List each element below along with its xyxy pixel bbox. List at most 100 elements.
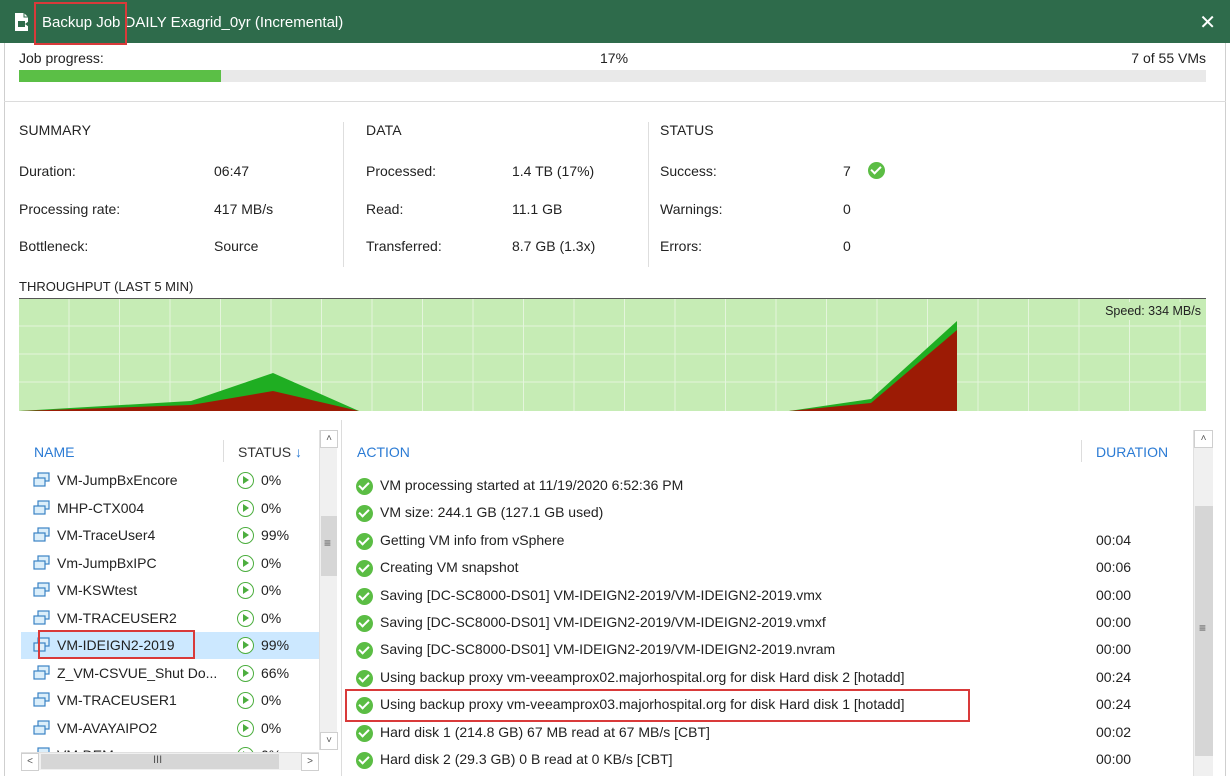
vm-list-item[interactable]: VM-JumpBxEncore 0% bbox=[21, 467, 319, 494]
vm-progress: 0% bbox=[261, 582, 282, 598]
action-text: Getting VM info from vSphere bbox=[380, 531, 565, 548]
vm-list-item[interactable]: VM-KSWtest 0% bbox=[21, 577, 319, 604]
success-label: Success: bbox=[660, 163, 717, 179]
bottleneck-label: Bottleneck: bbox=[19, 238, 89, 254]
vm-icon bbox=[33, 664, 50, 680]
check-circle-icon bbox=[356, 478, 373, 495]
vm-list-item[interactable]: VM-TraceUser4 99% bbox=[21, 522, 319, 549]
speed-label: Speed: 334 MB/s bbox=[1105, 304, 1201, 318]
action-log-row[interactable]: Saving [DC-SC8000-DS01] VM-IDEIGN2-2019/… bbox=[350, 583, 1185, 610]
play-circle-icon bbox=[237, 554, 254, 572]
check-circle-icon bbox=[356, 669, 373, 687]
action-log-row[interactable]: Using backup proxy vm-veeamprox03.majorh… bbox=[350, 692, 1185, 719]
action-log-row[interactable]: Hard disk 1 (214.8 GB) 67 MB read at 67 … bbox=[350, 720, 1185, 747]
vm-name: MHP-CTX004 bbox=[57, 499, 145, 516]
check-circle-icon bbox=[356, 752, 373, 769]
check-circle-icon bbox=[356, 587, 373, 605]
vm-icon bbox=[33, 692, 50, 707]
scroll-up-button[interactable]: ˄ bbox=[1194, 430, 1213, 448]
processing-rate-label: Processing rate: bbox=[19, 201, 121, 217]
job-progress-percent: 17% bbox=[600, 50, 629, 66]
vm-icon bbox=[33, 499, 50, 515]
vm-icon bbox=[33, 527, 50, 542]
scroll-down-button[interactable]: ˅ bbox=[320, 732, 338, 750]
document-icon bbox=[15, 13, 29, 31]
processed-value: 1.4 TB (17%) bbox=[512, 163, 595, 179]
action-log-vertical-scrollbar[interactable]: ˄ ≡ bbox=[1193, 430, 1213, 776]
vm-name: VM-TRACEUSER2 bbox=[57, 609, 177, 626]
column-header-action[interactable]: ACTION bbox=[357, 444, 410, 460]
vm-progress: 0% bbox=[261, 554, 282, 571]
vm-progress: 0% bbox=[261, 499, 282, 516]
vm-list-horizontal-scrollbar[interactable]: < III > bbox=[21, 752, 319, 771]
action-log-row[interactable]: Using backup proxy vm-veeamprox02.majorh… bbox=[350, 665, 1185, 692]
check-circle-icon bbox=[868, 162, 885, 179]
vm-name: VM-JumpBxEncore bbox=[57, 472, 178, 488]
column-header-status[interactable]: STATUS ↓ bbox=[238, 444, 302, 460]
grip-icon: III bbox=[153, 754, 163, 766]
vm-icon bbox=[33, 637, 50, 652]
vm-list-item[interactable]: VM-IDEIGN2-2019 99% bbox=[21, 632, 319, 659]
grip-icon: ≡ bbox=[324, 536, 332, 550]
column-header-status-label: STATUS bbox=[238, 444, 292, 460]
vm-name: VM-TRACEUSER1 bbox=[57, 692, 177, 708]
play-circle-icon bbox=[237, 472, 254, 489]
grip-icon: ≡ bbox=[1199, 621, 1207, 635]
scroll-thumb[interactable]: III bbox=[41, 754, 279, 769]
check-circle-icon bbox=[356, 724, 373, 742]
vm-progress: 99% bbox=[261, 527, 290, 543]
vm-list-item[interactable]: Vm-JumpBxIPC 0% bbox=[21, 550, 319, 577]
vm-name: VM-AVAYAIPO2 bbox=[57, 719, 158, 736]
action-duration: 00:00 bbox=[1096, 641, 1132, 658]
divider bbox=[343, 122, 344, 267]
processed-label: Processed: bbox=[366, 163, 437, 179]
action-duration: 00:04 bbox=[1096, 531, 1132, 548]
vm-progress: 0% bbox=[261, 609, 282, 626]
divider bbox=[4, 101, 1226, 102]
action-log-row[interactable]: Hard disk 2 (29.3 GB) 0 B read at 0 KB/s… bbox=[350, 747, 1185, 774]
vm-progress: 0% bbox=[261, 692, 282, 708]
action-text: Saving [DC-SC8000-DS01] VM-IDEIGN2-2019/… bbox=[380, 614, 826, 630]
panel-divider[interactable] bbox=[341, 420, 342, 776]
read-label: Read: bbox=[366, 201, 404, 217]
column-header-name[interactable]: NAME bbox=[34, 444, 74, 460]
action-log-row[interactable]: Creating VM snapshot 00:06 bbox=[350, 555, 1185, 582]
column-header-duration[interactable]: DURATION bbox=[1096, 444, 1168, 460]
throughput-title: THROUGHPUT (LAST 5 MIN) bbox=[19, 279, 194, 294]
check-circle-icon bbox=[356, 505, 373, 523]
data-title: DATA bbox=[366, 122, 402, 138]
vm-name: VM-IDEIGN2-2019 bbox=[57, 637, 175, 653]
vm-list-item[interactable]: MHP-CTX004 0% bbox=[21, 495, 319, 522]
scroll-left-button[interactable]: < bbox=[21, 753, 39, 771]
scroll-right-button[interactable]: > bbox=[301, 753, 319, 771]
action-log-row[interactable]: VM processing started at 11/19/2020 6:52… bbox=[350, 473, 1185, 500]
scroll-thumb[interactable]: ≡ bbox=[321, 516, 337, 576]
vm-icon bbox=[33, 472, 50, 487]
check-circle-icon bbox=[356, 642, 373, 660]
action-log-row[interactable]: VM size: 244.1 GB (127.1 GB used) bbox=[350, 500, 1185, 527]
action-log-row[interactable]: Saving [DC-SC8000-DS01] VM-IDEIGN2-2019/… bbox=[350, 637, 1185, 664]
column-divider bbox=[223, 440, 224, 462]
check-circle-icon bbox=[356, 615, 373, 632]
vm-list-item[interactable]: VM-TRACEUSER1 0% bbox=[21, 687, 319, 714]
vm-list-item[interactable]: Z_VM-CSVUE_Shut Do... 66% bbox=[21, 660, 319, 687]
action-duration: 00:06 bbox=[1096, 559, 1132, 576]
job-progress-bar bbox=[19, 70, 1206, 82]
divider bbox=[648, 122, 649, 267]
close-button[interactable]: ✕ bbox=[1199, 10, 1216, 35]
scroll-thumb[interactable]: ≡ bbox=[1195, 506, 1213, 756]
warnings-value: 0 bbox=[843, 201, 851, 217]
action-log-row[interactable]: Getting VM info from vSphere 00:04 bbox=[350, 528, 1185, 555]
vm-list-item[interactable]: VM-TRACEUSER2 0% bbox=[21, 605, 319, 632]
action-log-row[interactable]: Saving [DC-SC8000-DS01] VM-IDEIGN2-2019/… bbox=[350, 610, 1185, 637]
vm-list-vertical-scrollbar[interactable]: ˄ ≡ ˅ bbox=[319, 430, 338, 750]
play-circle-icon bbox=[237, 719, 254, 737]
action-duration: 00:00 bbox=[1096, 614, 1132, 630]
vm-list-item[interactable]: VM-AVAYAIPO2 0% bbox=[21, 715, 319, 742]
action-duration: 00:24 bbox=[1096, 696, 1132, 713]
play-circle-icon bbox=[237, 499, 254, 517]
scroll-up-button[interactable]: ˄ bbox=[320, 430, 338, 448]
vm-icon bbox=[33, 719, 50, 735]
vm-name: Z_VM-CSVUE_Shut Do... bbox=[57, 664, 218, 681]
check-circle-icon bbox=[356, 532, 373, 550]
